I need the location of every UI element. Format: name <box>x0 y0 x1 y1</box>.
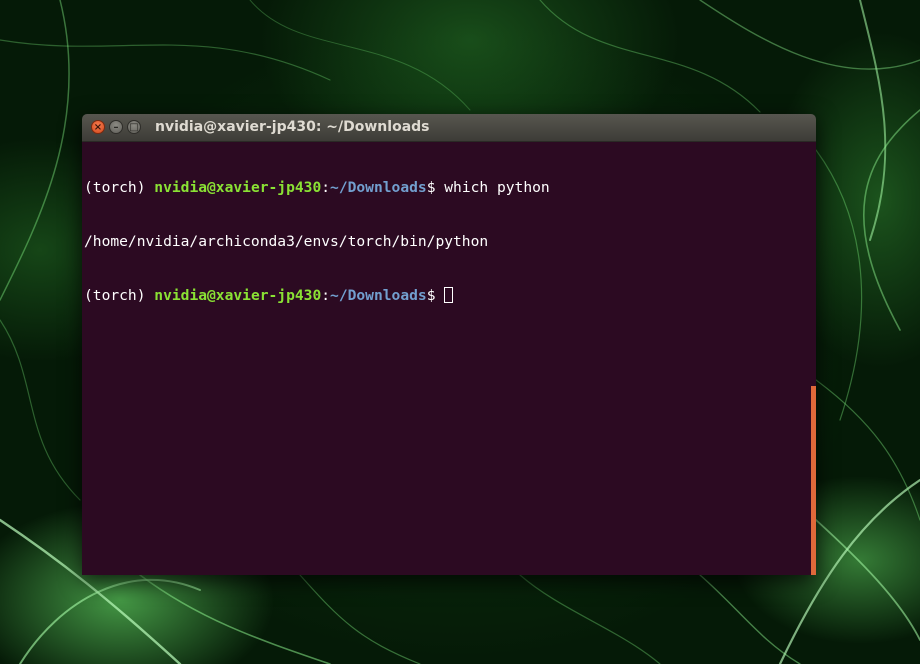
command-output: /home/nvidia/archiconda3/envs/torch/bin/… <box>84 233 489 250</box>
window-titlebar[interactable]: × – □ nvidia@xavier-jp430: ~/Downloads <box>82 114 816 142</box>
terminal-output-area[interactable]: (torch) nvidia@xavier-jp430:~/Downloads$… <box>82 142 816 575</box>
conda-env-label: (torch) <box>84 179 155 196</box>
prompt-path: ~/Downloads <box>330 179 427 196</box>
terminal-window[interactable]: × – □ nvidia@xavier-jp430: ~/Downloads (… <box>82 114 816 575</box>
close-icon[interactable]: × <box>91 120 105 134</box>
text-cursor <box>444 287 454 303</box>
terminal-text: (torch) nvidia@xavier-jp430:~/Downloads$… <box>84 143 550 341</box>
prompt-separator: : <box>321 287 331 304</box>
prompt-separator: : <box>321 179 331 196</box>
prompt-symbol: $ <box>426 179 445 196</box>
conda-env-label: (torch) <box>84 287 155 304</box>
terminal-line: /home/nvidia/archiconda3/envs/torch/bin/… <box>84 233 550 251</box>
maximize-icon[interactable]: □ <box>127 120 141 134</box>
terminal-line: (torch) nvidia@xavier-jp430:~/Downloads$… <box>84 179 550 197</box>
prompt-symbol: $ <box>426 287 445 304</box>
prompt-user-host: nvidia@xavier-jp430 <box>154 287 322 304</box>
command-text: which python <box>444 179 550 196</box>
minimize-icon[interactable]: – <box>109 120 123 134</box>
prompt-path: ~/Downloads <box>330 287 427 304</box>
desktop-wallpaper: × – □ nvidia@xavier-jp430: ~/Downloads (… <box>0 0 920 664</box>
window-title: nvidia@xavier-jp430: ~/Downloads <box>155 119 430 135</box>
scrollbar-thumb[interactable] <box>811 386 816 575</box>
prompt-user-host: nvidia@xavier-jp430 <box>154 179 322 196</box>
terminal-line: (torch) nvidia@xavier-jp430:~/Downloads$ <box>84 287 550 305</box>
